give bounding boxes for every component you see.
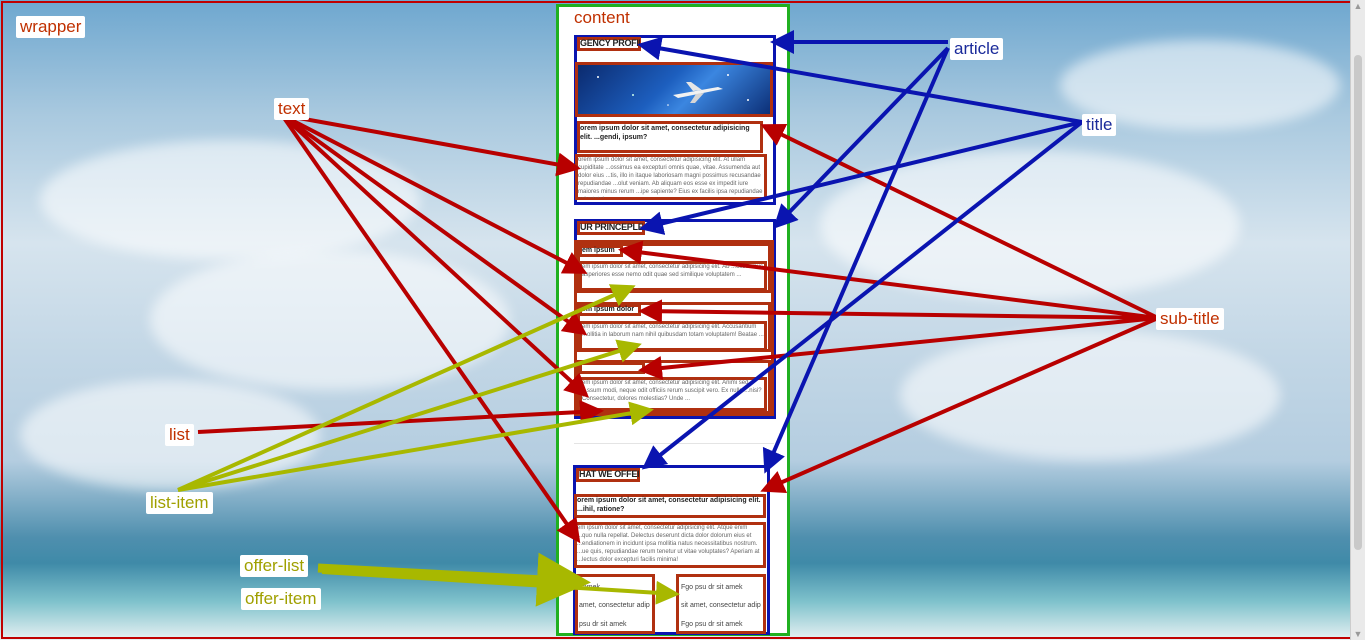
arrow-list-item [177, 284, 636, 492]
arrow-sub-title [760, 316, 1159, 493]
arrow-article [762, 47, 950, 474]
label-offer-list: offer-list [240, 555, 309, 577]
arrow-text [280, 113, 589, 398]
arrow-list-item [177, 339, 642, 492]
label-title: title [1082, 114, 1117, 136]
label-offer-item: offer-item [241, 588, 321, 610]
arrow-text [280, 113, 588, 336]
arrow-text [280, 113, 581, 544]
arrow-sub-title [638, 316, 1159, 380]
arrow-text [281, 113, 581, 177]
label-content: content [570, 7, 634, 29]
arrow-title [637, 36, 1083, 124]
arrow-sub-title [638, 299, 1159, 324]
label-list-item: list-item [146, 492, 213, 514]
arrow-sub-title [618, 240, 1159, 320]
label-wrapper: wrapper [16, 16, 86, 38]
diagram-canvas: ▲ ▼ GENCY PROFILE orem ipsum dolor sit a… [0, 0, 1365, 640]
label-article: article [950, 38, 1004, 60]
arrow-text [281, 113, 588, 274]
label-list: list [165, 424, 194, 446]
label-text: text [274, 98, 310, 120]
label-sub-title: sub-title [1156, 308, 1224, 330]
arrow-sub-title [760, 123, 1159, 320]
